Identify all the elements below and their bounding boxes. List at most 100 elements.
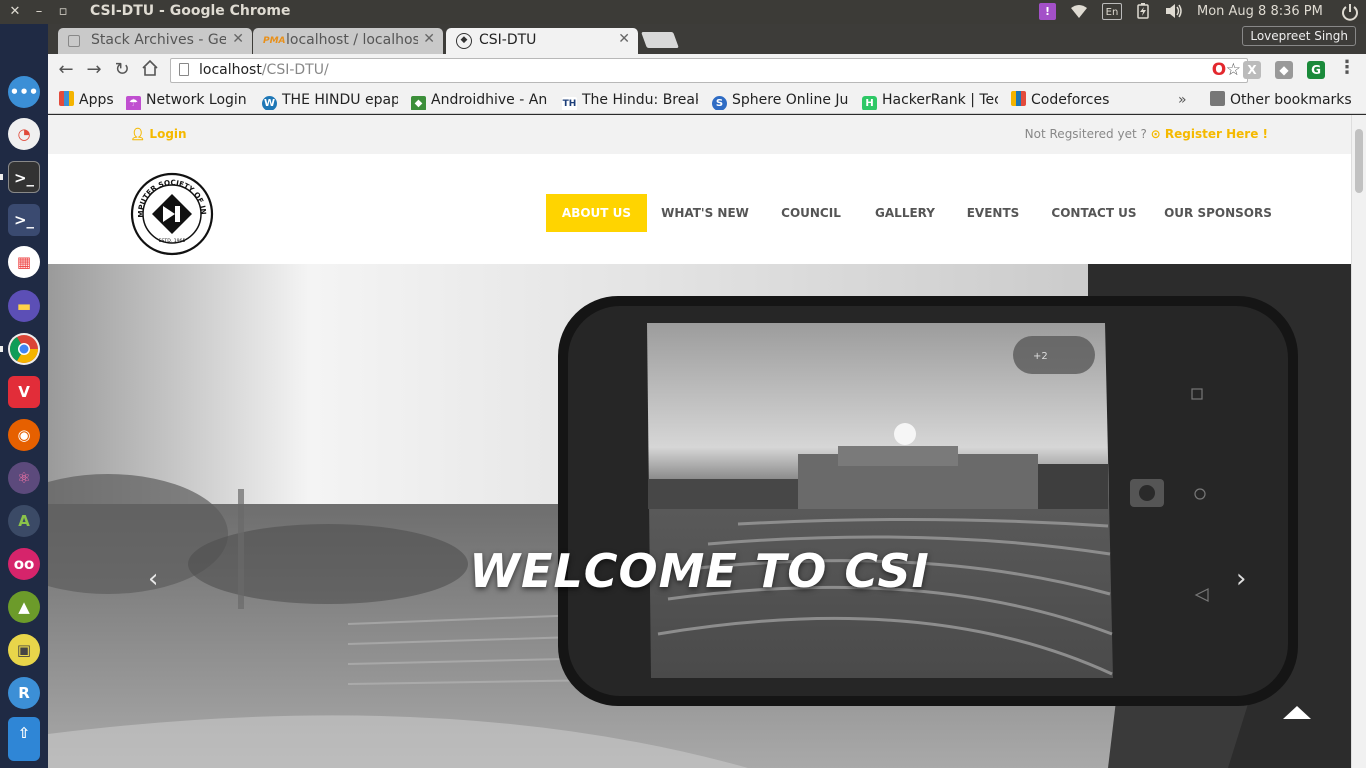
register-link[interactable]: ⊙ Register Here ! (1151, 127, 1268, 141)
opera-extension-icon[interactable]: O (1210, 61, 1228, 79)
battery-icon[interactable] (1136, 3, 1150, 21)
apple-icon[interactable] (8, 32, 40, 64)
user-icon: 👤︎ (130, 127, 146, 141)
close-tab-icon[interactable]: ✕ (232, 31, 244, 47)
forward-icon[interactable]: → (83, 59, 105, 81)
carousel-next-icon[interactable]: › (1236, 564, 1246, 594)
bookmark-androidhive[interactable]: ◆ Androidhive - An (411, 90, 548, 110)
home-icon[interactable] (139, 59, 161, 81)
atom-icon[interactable]: ⚛ (8, 462, 40, 494)
back-icon[interactable]: ← (55, 59, 77, 81)
bookmark-label: Sphere Online Ju (732, 92, 848, 108)
new-tab-button[interactable] (641, 32, 679, 48)
nav-about-us[interactable]: ABOUT US (546, 194, 647, 232)
chrome-icon[interactable] (8, 333, 40, 365)
tab-phpmyadmin[interactable]: PMA localhost / localhos ✕ (253, 28, 443, 54)
register-note: Not Regsitered yet ? ⊙ Register Here ! (1025, 127, 1268, 141)
nav-contact-us[interactable]: CONTACT US (1044, 194, 1144, 232)
profile-button[interactable]: Lovepreet Singh (1242, 26, 1356, 46)
wordpress-icon: W (262, 96, 277, 110)
bookmark-hindu-breaking[interactable]: TH The Hindu: Break (562, 90, 698, 110)
software-updater-icon[interactable]: ⇧ (8, 717, 40, 761)
scrollbar-thumb[interactable] (1355, 129, 1363, 193)
bookmarks-bar: Apps ☂ Network Login W THE HINDU epap ◆ And… (48, 86, 1366, 114)
terminal-icon[interactable]: >_ (8, 161, 40, 193)
dash-icon[interactable]: ••• (8, 76, 40, 108)
page-scrollbar[interactable] (1351, 115, 1366, 768)
hero-photo: +2 (48, 264, 1351, 768)
scroll-to-top-icon[interactable] (1283, 706, 1311, 719)
csi-favicon: ◆ (456, 33, 472, 49)
address-bar[interactable]: localhost/CSI-DTU/ ☆ (170, 58, 1248, 83)
nav-gallery[interactable]: GALLERY (866, 194, 944, 232)
register-link-label: Register Here ! (1164, 127, 1268, 141)
flickr-icon[interactable]: oo (8, 548, 40, 580)
url-host: localhost (199, 62, 262, 78)
appgrid-icon[interactable]: ▲ (8, 591, 40, 623)
tab-label: localhost / localhos (286, 32, 418, 48)
bookmark-network-login[interactable]: ☂ Network Login (126, 90, 254, 110)
bookmark-hindu-epaper[interactable]: W THE HINDU epap (262, 90, 398, 110)
tab-stack-archives[interactable]: Stack Archives - Gee ✕ (58, 28, 252, 54)
ubuntu-top-panel: ✕ – ▫ CSI-DTU - Google Chrome ! En Mon A… (0, 0, 1366, 24)
vivaldi-icon[interactable]: V (8, 376, 40, 408)
alert-indicator-icon[interactable]: ! (1039, 3, 1056, 20)
android-studio-icon[interactable]: A (8, 505, 40, 537)
nav-council[interactable]: COUNCIL (772, 194, 850, 232)
grammarly-extension-icon[interactable]: G (1307, 61, 1325, 79)
login-link[interactable]: 👤︎ Login (130, 127, 187, 141)
reload-icon[interactable]: ↻ (111, 59, 133, 81)
csi-logo[interactable]: COMPUTER SOCIETY OF INDIA ESTD. 1965 (130, 172, 214, 256)
other-bookmarks[interactable]: Other bookmarks (1210, 90, 1352, 110)
codeforces-icon (1011, 91, 1026, 106)
nav-our-sponsors[interactable]: OUR SPONSORS (1160, 194, 1276, 232)
refresh-app-icon[interactable]: R (8, 677, 40, 709)
cube-extension-icon[interactable]: ◆ (1275, 61, 1293, 79)
image-viewer-icon[interactable]: ▣ (8, 634, 40, 666)
files-icon[interactable]: ▬ (8, 290, 40, 322)
volume-icon[interactable] (1164, 3, 1184, 21)
bookmark-codeforces[interactable]: Codeforces (1011, 90, 1109, 110)
wifi-icon[interactable] (1070, 3, 1088, 21)
keyboard-layout-indicator[interactable]: En (1102, 3, 1122, 20)
x-extension-icon[interactable]: X (1243, 61, 1261, 79)
nav-events[interactable]: EVENTS (958, 194, 1028, 232)
power-icon[interactable] (1341, 3, 1359, 21)
bookmark-star-icon[interactable]: ☆ (1226, 60, 1241, 80)
page-icon (68, 35, 80, 47)
close-tab-icon[interactable]: ✕ (423, 31, 435, 47)
browser-toolbar: ← → ↻ localhost/CSI-DTU/ ☆ O X ◆ G ⋮ (48, 54, 1366, 86)
bookmark-hackerrank[interactable]: H HackerRank | Tec (862, 90, 998, 110)
app-grid-icon[interactable]: ▦ (8, 246, 40, 278)
minimize-window-icon[interactable]: – (30, 3, 48, 21)
circle-arrow-icon: ⊙ (1150, 127, 1161, 141)
tab-label: CSI-DTU (479, 32, 537, 48)
page-viewport: 👤︎ Login Not Regsitered yet ? ⊙ Register… (48, 115, 1366, 768)
apps-grid-icon (59, 91, 74, 106)
bookmark-label: The Hindu: Break (582, 92, 698, 108)
firefox-icon[interactable]: ◉ (8, 419, 40, 451)
spoj-icon: S (712, 96, 727, 110)
nav-whats-new[interactable]: WHAT'S NEW (655, 194, 755, 232)
tab-csi-dtu[interactable]: ◆ CSI-DTU ✕ (446, 28, 638, 54)
clock[interactable]: Mon Aug 8 8:36 PM (1197, 3, 1323, 21)
folder-icon (1210, 91, 1225, 106)
chrome-menu-icon[interactable]: ⋮ (1338, 59, 1356, 79)
phpmyadmin-icon: PMA (263, 36, 286, 46)
page-info-icon[interactable] (179, 63, 189, 76)
tab-label: Stack Archives - Gee (91, 32, 226, 48)
close-window-icon[interactable]: ✕ (6, 3, 24, 21)
maximize-window-icon[interactable]: ▫ (54, 3, 72, 21)
carousel-prev-icon[interactable]: ‹ (148, 564, 158, 594)
pie-app-icon[interactable]: ◔ (8, 118, 40, 150)
terminal-2-icon[interactable]: >_ (8, 204, 40, 236)
hero-title: WELCOME TO CSI (469, 544, 930, 598)
browser-tab-strip: Stack Archives - Gee ✕ PMA localhost / l… (48, 24, 1366, 54)
bookmarks-overflow-chevron[interactable]: » (1178, 90, 1187, 110)
login-label: Login (149, 127, 187, 141)
register-prompt: Not Regsitered yet ? (1024, 127, 1151, 141)
bookmark-spoj[interactable]: S Sphere Online Ju (712, 90, 848, 110)
bookmark-apps[interactable]: Apps (59, 90, 114, 110)
close-tab-icon[interactable]: ✕ (618, 31, 630, 47)
phone-zoom-badge: +2 (1033, 351, 1048, 362)
